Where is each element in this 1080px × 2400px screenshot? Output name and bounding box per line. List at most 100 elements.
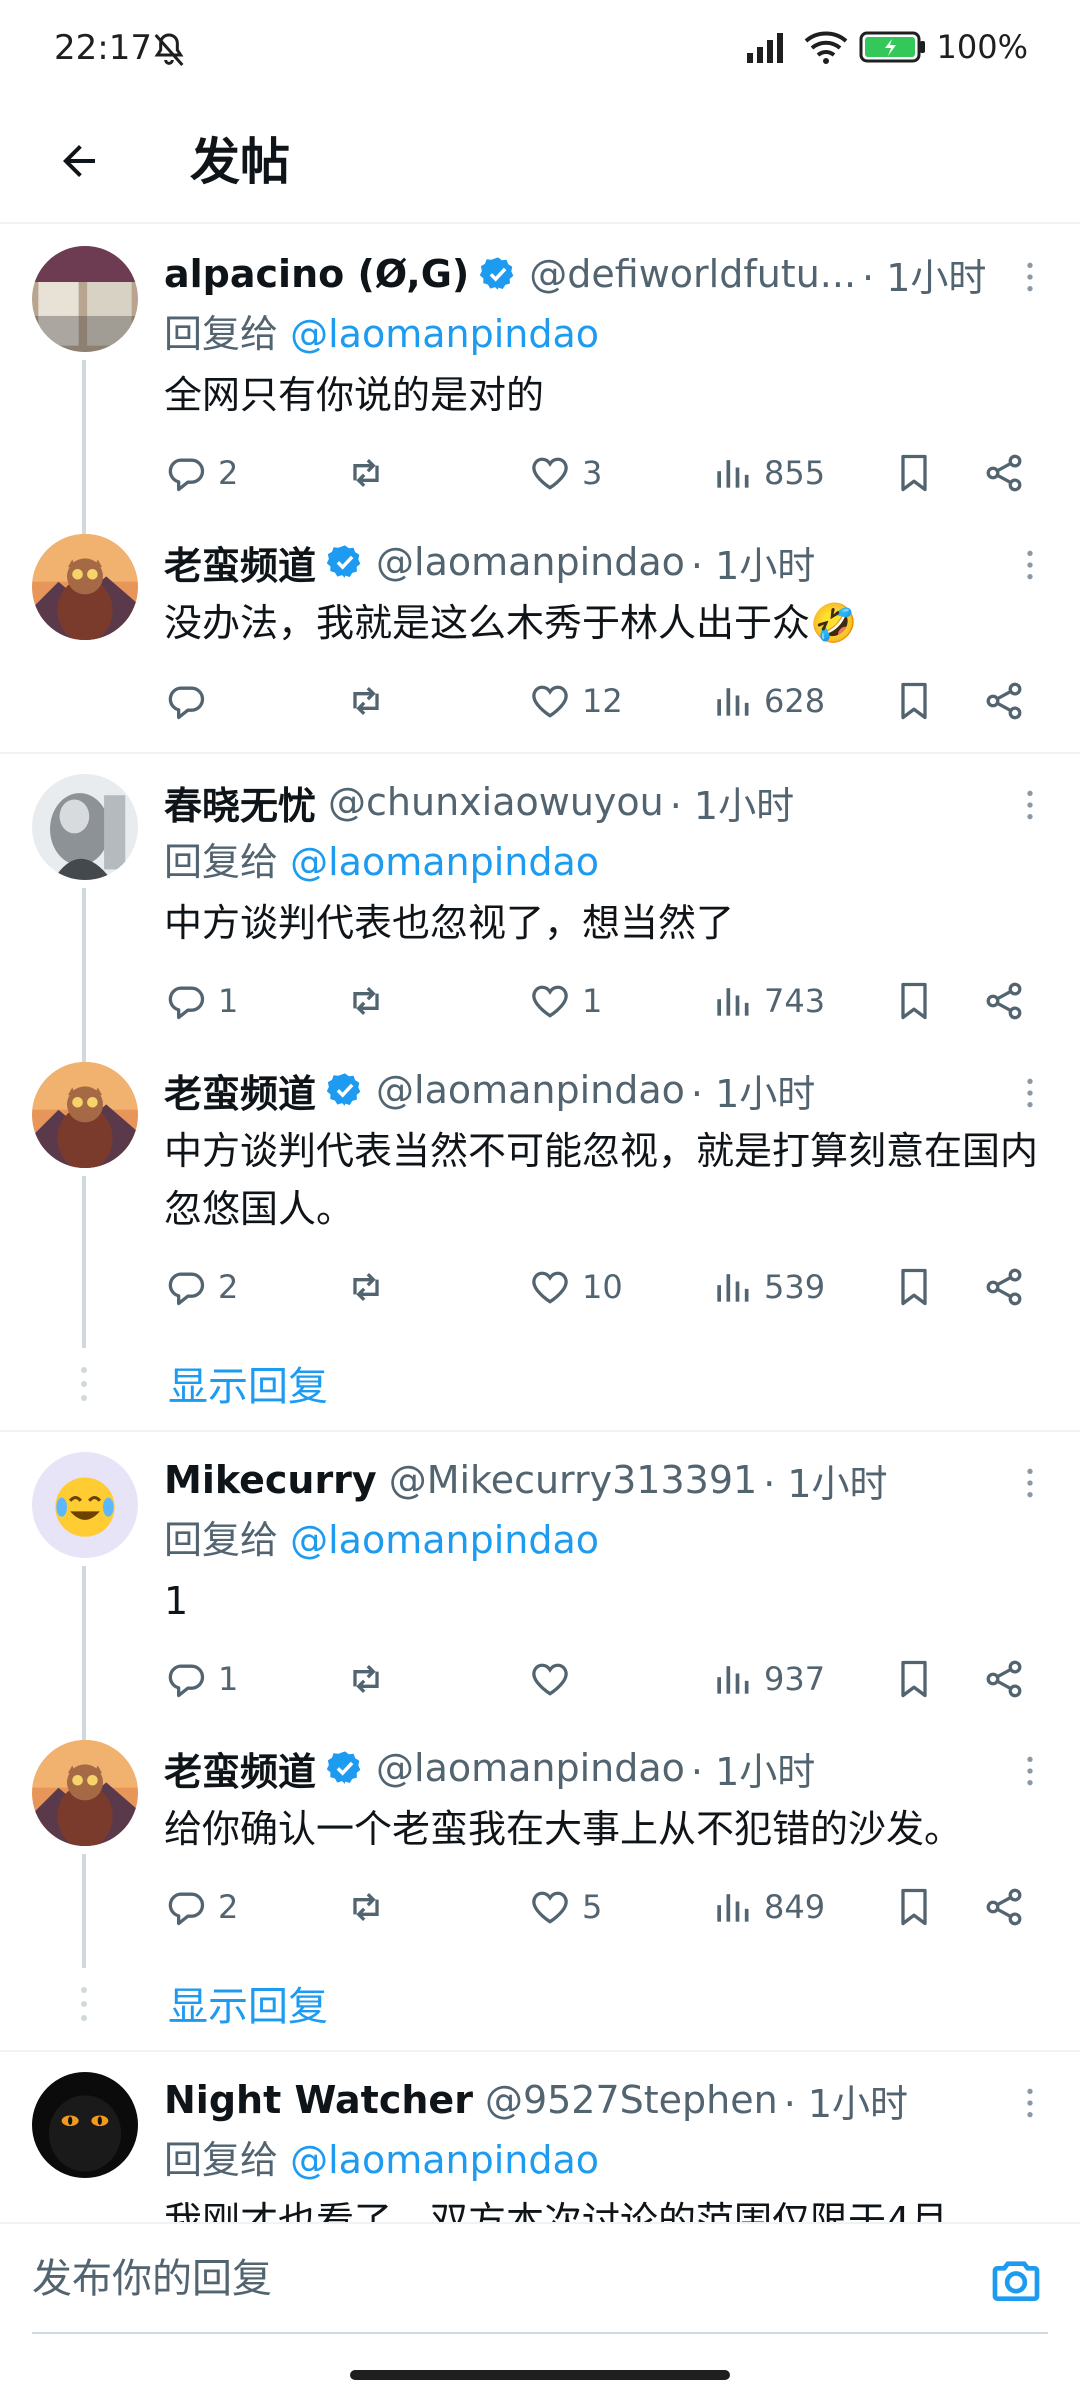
avatar[interactable] [32, 534, 138, 640]
retweet-icon [353, 1272, 379, 1302]
like-button[interactable]: 1 [528, 976, 602, 1026]
views-button[interactable]: 743 [710, 976, 825, 1026]
more-button[interactable] [1010, 1068, 1050, 1118]
avatar[interactable] [32, 2072, 138, 2178]
tweet[interactable]: 老蛮频道 @laomanpindao · 1小时 没办法，我就是这么木秀于林人出于众🤣… [0, 530, 1080, 752]
tweet[interactable]: Mikecurry @Mikecurry313391 · 1小时 回复给 @laoma… [0, 1448, 1080, 1740]
retweet-button[interactable] [344, 1654, 388, 1704]
more-button[interactable] [1010, 1458, 1050, 1508]
reply-button[interactable]: 2 [164, 448, 238, 498]
author-handle[interactable]: @defiworldfutu... [529, 252, 856, 296]
avatar[interactable] [32, 246, 138, 352]
share-button[interactable] [982, 448, 1026, 498]
back-button[interactable] [44, 126, 114, 196]
like-button[interactable]: 10 [528, 1262, 623, 1312]
retweet-icon [353, 686, 379, 716]
reply-button[interactable]: 1 [164, 976, 238, 1026]
battery-icon [859, 31, 925, 63]
avatar[interactable] [32, 1062, 138, 1168]
views-button[interactable]: 937 [710, 1654, 825, 1704]
more-button[interactable] [1010, 2078, 1050, 2128]
reply-icon [168, 986, 205, 1020]
tweet[interactable]: 老蛮频道 @laomanpindao · 1小时 给你确认一个老蛮我在大事上从不犯错的… [0, 1736, 1080, 1968]
share-button[interactable] [982, 1654, 1026, 1704]
like-button[interactable] [528, 1654, 582, 1704]
show-replies-link[interactable]: 显示回复 [168, 1974, 328, 2032]
tweet[interactable]: 春晓无忧 @chunxiaowuyou · 1小时 回复给 @laomanpindao… [0, 770, 1080, 1062]
reply-count: 2 [218, 454, 239, 492]
bookmark-button[interactable] [892, 676, 936, 726]
mention-link[interactable]: @laomanpindao [290, 1518, 599, 1562]
camera-icon[interactable] [988, 2252, 1044, 2308]
retweet-button[interactable] [344, 976, 388, 1026]
show-replies[interactable]: 显示回复 [0, 1958, 1080, 2050]
author-name[interactable]: 老蛮频道 [164, 535, 316, 590]
tweet-actions: 2 5 849 [164, 1858, 1050, 1958]
bookmark-button[interactable] [892, 448, 936, 498]
author-name[interactable]: alpacino (Ø,G) [164, 252, 469, 296]
reply-button[interactable]: 2 [164, 1262, 238, 1312]
author-handle[interactable]: @laomanpindao [376, 1068, 685, 1112]
author-handle[interactable]: @laomanpindao [376, 1746, 685, 1790]
show-replies-link[interactable]: 显示回复 [168, 1354, 328, 1412]
tweet-text: 我刚才也看了，双方本次讨论的范围仅限于4月 [164, 2199, 949, 2222]
author-handle[interactable]: @chunxiaowuyou [328, 780, 664, 824]
retweet-button[interactable] [344, 448, 388, 498]
post-time: · 1小时 [669, 783, 795, 828]
reply-button[interactable] [164, 676, 218, 726]
tweet-header: Night Watcher @9527Stephen · 1小时 [164, 2068, 1050, 2132]
views-button[interactable]: 628 [710, 676, 825, 726]
reply-feed[interactable]: alpacino (Ø,G) @defiworldfutu... · 1小时 回复给 … [0, 226, 1080, 2222]
author-name[interactable]: Night Watcher [164, 2078, 473, 2122]
author-handle[interactable]: @laomanpindao [376, 540, 685, 584]
tweet[interactable]: 老蛮频道 @laomanpindao · 1小时 中方谈判代表当然不可能忽视，就是打算… [0, 1058, 1080, 1348]
bookmark-button[interactable] [892, 1262, 936, 1312]
reply-input[interactable]: 发布你的回复 [32, 2246, 272, 2304]
share-button[interactable] [982, 1262, 1026, 1312]
home-indicator[interactable] [350, 2370, 730, 2380]
mention-link[interactable]: @laomanpindao [290, 840, 599, 884]
reply-button[interactable]: 1 [164, 1654, 238, 1704]
back-arrow-icon [63, 145, 95, 177]
bookmark-button[interactable] [892, 1882, 936, 1932]
more-button[interactable] [1010, 252, 1050, 302]
mention-link[interactable]: @laomanpindao [290, 312, 599, 356]
avatar[interactable] [32, 1452, 138, 1558]
share-button[interactable] [982, 676, 1026, 726]
like-button[interactable]: 5 [528, 1882, 602, 1932]
avatar-image [32, 1452, 138, 1558]
retweet-button[interactable] [344, 1262, 388, 1312]
retweet-button[interactable] [344, 1882, 388, 1932]
author-name[interactable]: Mikecurry [164, 1458, 377, 1502]
like-button[interactable]: 12 [528, 676, 623, 726]
share-button[interactable] [982, 1882, 1026, 1932]
tweet[interactable]: Night Watcher @9527Stephen · 1小时 回复给 @laoma… [0, 2068, 1080, 2222]
tweet[interactable]: alpacino (Ø,G) @defiworldfutu... · 1小时 回复给 … [0, 242, 1080, 534]
like-button[interactable]: 3 [528, 448, 602, 498]
reply-button[interactable]: 2 [164, 1882, 238, 1932]
share-button[interactable] [982, 976, 1026, 1026]
more-button[interactable] [1010, 1746, 1050, 1796]
avatar[interactable] [32, 1740, 138, 1846]
bookmark-button[interactable] [892, 1654, 936, 1704]
avatar[interactable] [32, 774, 138, 880]
replying-to-label: 回复给 [164, 1518, 279, 1562]
mention-link[interactable]: @laomanpindao [290, 2138, 599, 2182]
views-button[interactable]: 855 [710, 448, 825, 498]
views-button[interactable]: 849 [710, 1882, 825, 1932]
show-replies[interactable]: 显示回复 [0, 1338, 1080, 1430]
views-button[interactable]: 539 [710, 1262, 825, 1312]
signal-icon [746, 33, 783, 63]
bookmark-button[interactable] [892, 976, 936, 1026]
author-name[interactable]: 老蛮频道 [164, 1063, 316, 1118]
tweet-text: 给你确认一个老蛮我在大事上从不犯错的沙发。 [164, 1807, 963, 1851]
author-handle[interactable]: @9527Stephen [485, 2078, 778, 2122]
more-button[interactable] [1010, 780, 1050, 830]
author-handle[interactable]: @Mikecurry313391 [389, 1458, 757, 1502]
post-time: · 1小时 [690, 543, 816, 588]
author-name[interactable]: 春晓无忧 [164, 775, 316, 830]
retweet-button[interactable] [344, 676, 388, 726]
author-name[interactable]: 老蛮频道 [164, 1741, 316, 1796]
more-button[interactable] [1010, 540, 1050, 590]
tweet-header: alpacino (Ø,G) @defiworldfutu... · 1小时 [164, 242, 1050, 306]
